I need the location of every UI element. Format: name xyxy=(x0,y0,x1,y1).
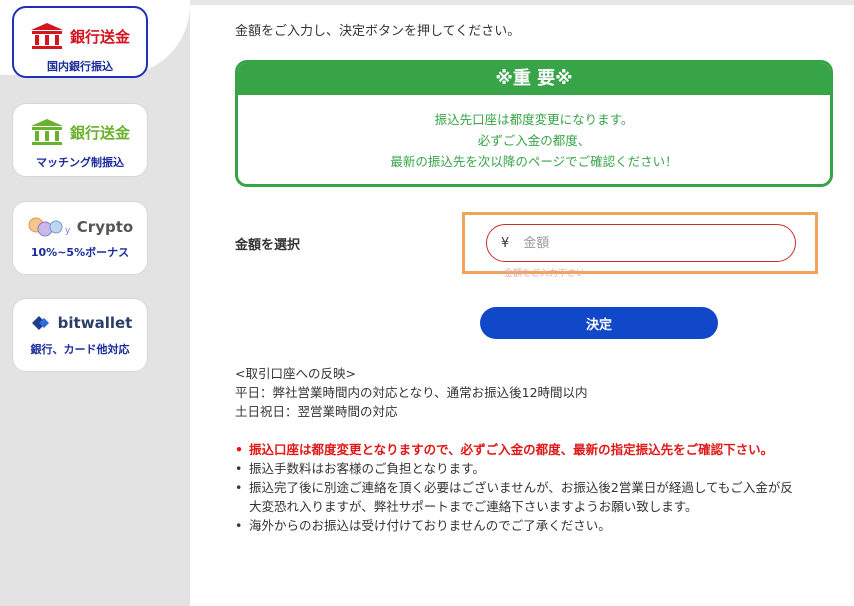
sidebar-item-bitwallet[interactable]: bitwallet 銀行、カード他対応 xyxy=(12,298,148,372)
note-item: 振込完了後に別途ご連絡を頂く必要はございませんが、お振込後2営業日が経過してもご… xyxy=(235,478,854,497)
sidebar-item-subtitle: 国内銀行振込 xyxy=(47,60,113,73)
submit-button[interactable]: 決定 xyxy=(480,307,718,339)
sidebar-item-subtitle: 銀行、カード他対応 xyxy=(30,343,130,356)
amount-input[interactable] xyxy=(521,234,776,252)
note-item-continuation: 大変恐れ入りますが、弊社サポートまでご連絡下さいますようお願い致します。 xyxy=(249,499,698,514)
note-item: 海外からのお振込は受け付けておりませんのでご了承ください。 xyxy=(235,516,854,535)
sidebar-item-title: Crypto xyxy=(76,218,134,236)
note-item: 振込手数料はお客様のご負担となります。 xyxy=(235,459,854,478)
crypto-coins-icon: y xyxy=(28,217,71,237)
important-notice: ※重 要※ 振込先口座は都度変更になります。 必ずご入金の都度、 最新の振込先を… xyxy=(235,60,833,187)
amount-label: 金額を選択 xyxy=(235,238,301,253)
sidebar-item-title: 銀行送金 xyxy=(69,123,130,142)
sidebar-item-title: 銀行送金 xyxy=(69,27,130,46)
notice-line: 必ずご入金の都度、 xyxy=(477,133,591,148)
notice-heading: ※重 要※ xyxy=(238,63,830,95)
notice-line: 最新の振込先を次以降のページでご確認ください！ xyxy=(390,154,678,169)
currency-symbol: ¥ xyxy=(501,235,510,251)
bank-icon xyxy=(30,119,63,145)
reflection-info: <取引口座への反映> 平日：弊社営業時間内の対応となり、通常お振込後12時間以内… xyxy=(235,364,588,421)
reflection-weekend: 土日祝日：翌営業時間の対応 xyxy=(235,404,398,419)
amount-error-text: 金額をご入力下さい xyxy=(504,269,586,279)
main-content: 金額をご入力し、決定ボタンを押してください。 ※重 要※ 振込先口座は都度変更に… xyxy=(190,0,854,606)
sidebar-item-matching-bank[interactable]: 銀行送金 マッチング制振込 xyxy=(12,103,148,177)
sidebar-item-subtitle: 10%~5%ボーナス xyxy=(30,246,130,259)
sidebar-item-crypto[interactable]: y Crypto 10%~5%ボーナス xyxy=(12,201,148,275)
bitwallet-logo-icon xyxy=(31,316,49,330)
sidebar-item-subtitle: マッチング制振込 xyxy=(36,156,124,169)
sidebar-item-domestic-bank[interactable]: 銀行送金 国内銀行振込 xyxy=(12,6,148,78)
reflection-weekday: 平日：弊社営業時間内の対応となり、通常お振込後12時間以内 xyxy=(235,385,588,400)
note-item: 振込口座は都度変更となりますので、必ずご入金の都度、最新の指定振込先をご確認下さ… xyxy=(235,440,854,459)
notice-body: 振込先口座は都度変更になります。 必ずご入金の都度、 最新の振込先を次以降のペー… xyxy=(238,95,830,172)
intro-text: 金額をご入力し、決定ボタンを押してください。 xyxy=(235,24,521,39)
svg-text:y: y xyxy=(65,226,71,236)
bank-icon xyxy=(30,23,63,49)
sidebar-item-title: bitwallet xyxy=(57,314,133,332)
amount-field[interactable]: ¥ xyxy=(486,224,796,262)
notice-line: 振込先口座は都度変更になります。 xyxy=(434,112,634,127)
reflection-heading: <取引口座への反映> xyxy=(235,366,356,381)
notes-list: 振込口座は都度変更となりますので、必ずご入金の都度、最新の指定振込先をご確認下さ… xyxy=(235,440,854,535)
